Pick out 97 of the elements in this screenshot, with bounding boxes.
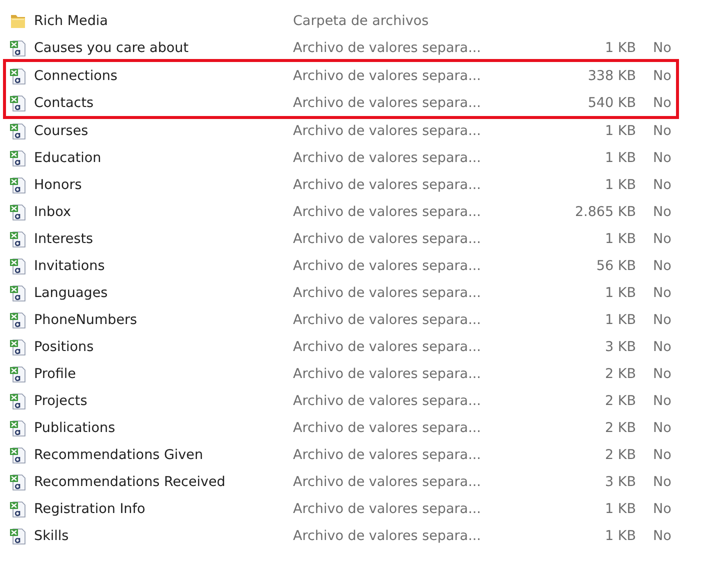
spreadsheet-file-icon	[9, 500, 27, 518]
file-size: 1 KB	[605, 150, 636, 166]
file-type: Archivo de valores separa...	[292, 230, 482, 246]
file-name: Causes you care about	[33, 40, 190, 56]
file-attribute: No	[653, 204, 672, 220]
file-attribute: No	[653, 150, 672, 166]
file-attribute: No	[653, 392, 672, 408]
file-name: Recommendations Received	[33, 474, 226, 490]
file-size: 540 KB	[588, 94, 636, 110]
spreadsheet-file-icon	[9, 256, 27, 274]
file-attribute: No	[653, 338, 672, 354]
spreadsheet-file-icon	[9, 284, 27, 302]
file-type: Archivo de valores separa...	[292, 446, 482, 462]
file-attribute: No	[653, 528, 672, 544]
spreadsheet-file-icon	[9, 202, 27, 220]
file-attribute: No	[653, 284, 672, 300]
file-size: 1 KB	[605, 176, 636, 192]
file-name: Inbox	[33, 204, 72, 220]
file-name: Courses	[33, 122, 90, 138]
file-attribute: No	[653, 474, 672, 490]
file-size: 1 KB	[605, 312, 636, 328]
file-name: Interests	[33, 230, 94, 246]
file-type: Archivo de valores separa...	[292, 366, 482, 382]
file-name: Contacts	[33, 94, 95, 110]
file-size: 1 KB	[605, 500, 636, 516]
file-name: Invitations	[33, 258, 106, 274]
file-name: Positions	[33, 338, 95, 354]
spreadsheet-file-icon	[9, 364, 27, 382]
file-name: Recommendations Given	[33, 446, 204, 462]
file-attribute: No	[653, 258, 672, 274]
file-type: Archivo de valores separa...	[292, 258, 482, 274]
file-name: Publications	[33, 420, 116, 436]
file-size: 2 KB	[605, 446, 636, 462]
spreadsheet-file-icon	[9, 418, 27, 436]
file-type: Archivo de valores separa...	[292, 474, 482, 490]
file-type: Archivo de valores separa...	[292, 68, 482, 84]
file-size: 1 KB	[605, 284, 636, 300]
file-name: Connections	[33, 68, 118, 84]
file-name: Registration Info	[33, 500, 146, 516]
file-attribute: No	[653, 68, 672, 84]
spreadsheet-file-icon	[9, 230, 27, 248]
file-attribute: No	[653, 40, 672, 56]
spreadsheet-file-icon	[9, 526, 27, 544]
file-type: Archivo de valores separa...	[292, 500, 482, 516]
spreadsheet-file-icon	[9, 66, 27, 84]
file-type: Archivo de valores separa...	[292, 40, 482, 56]
spreadsheet-file-icon	[9, 148, 27, 166]
file-type: Archivo de valores separa...	[292, 420, 482, 436]
file-type: Archivo de valores separa...	[292, 94, 482, 110]
file-name: Education	[33, 150, 102, 166]
file-name: Skills	[33, 528, 70, 544]
file-attribute: No	[653, 312, 672, 328]
file-type: Archivo de valores separa...	[292, 150, 482, 166]
file-attribute: No	[653, 420, 672, 436]
file-size: 1 KB	[605, 230, 636, 246]
file-type: Archivo de valores separa...	[292, 176, 482, 192]
file-size: 338 KB	[588, 68, 636, 84]
file-size: 56 KB	[596, 258, 636, 274]
spreadsheet-file-icon	[9, 176, 27, 194]
file-size: 2.865 KB	[574, 204, 636, 220]
file-attribute: No	[653, 446, 672, 462]
spreadsheet-file-icon	[9, 310, 27, 328]
file-attribute: No	[653, 122, 672, 138]
file-name: Rich Media	[33, 12, 109, 28]
file-size: 2 KB	[605, 420, 636, 436]
file-type: Archivo de valores separa...	[292, 392, 482, 408]
file-attribute: No	[653, 366, 672, 382]
file-size: 3 KB	[605, 338, 636, 354]
file-size: 1 KB	[605, 40, 636, 56]
file-size: 2 KB	[605, 392, 636, 408]
spreadsheet-file-icon	[9, 38, 27, 56]
spreadsheet-file-icon	[9, 94, 27, 112]
spreadsheet-file-icon	[9, 122, 27, 140]
file-type: Archivo de valores separa...	[292, 312, 482, 328]
file-name: PhoneNumbers	[33, 312, 138, 328]
file-type: Carpeta de archivos	[292, 12, 430, 28]
file-attribute: No	[653, 176, 672, 192]
spreadsheet-file-icon	[9, 472, 27, 490]
file-name: Languages	[33, 284, 109, 300]
file-type: Archivo de valores separa...	[292, 122, 482, 138]
spreadsheet-file-icon	[9, 392, 27, 410]
spreadsheet-file-icon	[9, 338, 27, 356]
file-attribute: No	[653, 230, 672, 246]
file-name: Honors	[33, 176, 83, 192]
file-attribute: No	[653, 500, 672, 516]
file-size: 2 KB	[605, 366, 636, 382]
file-attribute: No	[653, 94, 672, 110]
file-name: Projects	[33, 392, 88, 408]
file-name: Profile	[33, 366, 77, 382]
file-size: 1 KB	[605, 528, 636, 544]
file-size: 1 KB	[605, 122, 636, 138]
file-type: Archivo de valores separa...	[292, 284, 482, 300]
file-type: Archivo de valores separa...	[292, 204, 482, 220]
spreadsheet-file-icon	[9, 446, 27, 464]
file-size: 3 KB	[605, 474, 636, 490]
file-type: Archivo de valores separa...	[292, 528, 482, 544]
file-type: Archivo de valores separa...	[292, 338, 482, 354]
